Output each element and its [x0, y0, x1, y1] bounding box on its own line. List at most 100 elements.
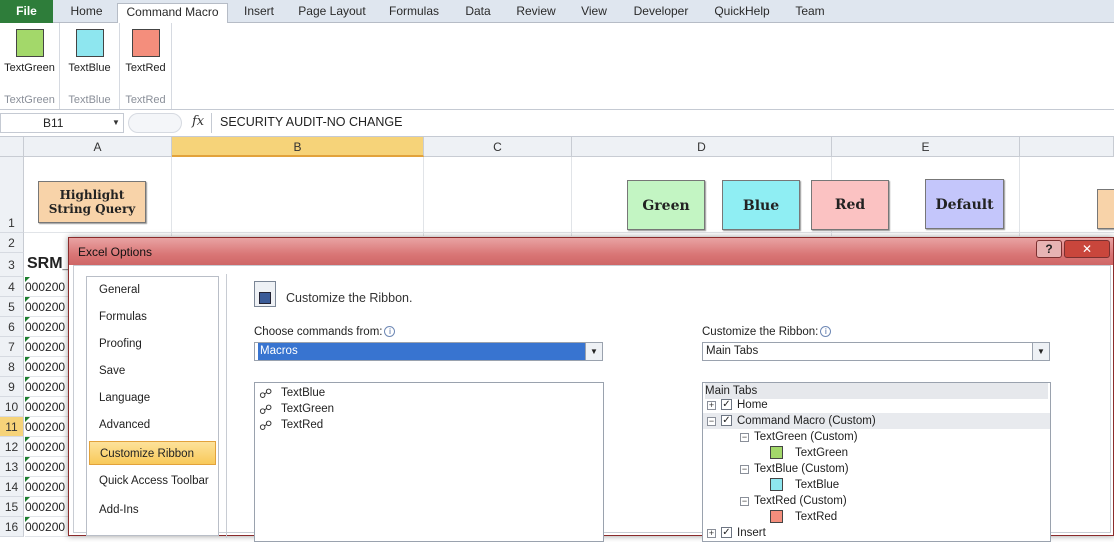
collapse-icon[interactable]: −	[740, 433, 749, 442]
cell-a[interactable]: 000200	[25, 277, 70, 297]
column-header-d[interactable]: D	[572, 137, 832, 157]
column-header-a[interactable]: A	[24, 137, 172, 157]
tab-view[interactable]: View	[574, 3, 614, 23]
nav-quick-access-toolbar[interactable]: Quick Access Toolbar	[89, 469, 216, 493]
cell-a[interactable]: 000200	[25, 317, 70, 337]
textblue-button[interactable]: TextBlue	[60, 29, 119, 74]
tree-item-home[interactable]: + ✓ Home	[703, 397, 1046, 413]
nav-customize-ribbon[interactable]: Customize Ribbon	[89, 441, 216, 465]
row-header[interactable]: 6	[0, 317, 24, 337]
nav-advanced[interactable]: Advanced	[89, 413, 216, 437]
list-item[interactable]: ☍ TextGreen	[259, 401, 334, 417]
expand-icon[interactable]: +	[707, 529, 716, 538]
row-header[interactable]: 4	[0, 277, 24, 297]
partial-sheet-button[interactable]	[1097, 189, 1114, 229]
textred-button[interactable]: TextRed	[120, 29, 171, 74]
tab-home[interactable]: Home	[58, 3, 115, 23]
row-header[interactable]: 13	[0, 457, 24, 477]
nav-general[interactable]: General	[89, 278, 216, 302]
tree-item-command-macro[interactable]: − ✓ Command Macro (Custom)	[703, 413, 1050, 429]
tree-group-textgreen[interactable]: − TextGreen (Custom)	[703, 429, 1046, 445]
row-header[interactable]: 5	[0, 297, 24, 317]
column-header-f[interactable]	[1020, 137, 1114, 157]
ribbon-tabs-tree[interactable]: Main Tabs + ✓ Home − ✓ Command Macro (Cu…	[702, 382, 1051, 542]
collapse-icon[interactable]: −	[740, 465, 749, 474]
row-header[interactable]: 7	[0, 337, 24, 357]
nav-formulas[interactable]: Formulas	[89, 305, 216, 329]
tree-item-textred[interactable]: TextRed	[703, 509, 1046, 525]
row-header[interactable]: 8	[0, 357, 24, 377]
row-header[interactable]: 2	[0, 233, 24, 253]
cell-a[interactable]: 000200	[25, 357, 70, 377]
choose-commands-select[interactable]: Macros ▼	[254, 342, 603, 361]
row-header[interactable]: 15	[0, 497, 24, 517]
checkbox-checked-icon[interactable]: ✓	[721, 527, 732, 538]
cell-a[interactable]: 000200	[25, 477, 70, 497]
nav-language[interactable]: Language	[89, 386, 216, 410]
nav-add-ins[interactable]: Add-Ins	[89, 498, 216, 522]
cell-a[interactable]: 000200	[25, 517, 70, 537]
chevron-down-icon[interactable]: ▼	[112, 118, 120, 127]
cell-a3[interactable]: SRM_	[27, 255, 71, 273]
highlight-string-query-button[interactable]: Highlight String Query	[38, 181, 146, 223]
list-item[interactable]: ☍ TextRed	[259, 417, 323, 433]
commands-list[interactable]: ☍ TextBlue ☍ TextGreen ☍ TextRed	[254, 382, 604, 542]
blue-button[interactable]: Blue	[722, 180, 800, 230]
row-header[interactable]: 11	[0, 417, 24, 437]
row-header[interactable]: 3	[0, 253, 24, 277]
cell-a[interactable]: 000200	[25, 337, 70, 357]
tab-command-macro[interactable]: Command Macro	[117, 3, 228, 24]
tab-data[interactable]: Data	[456, 3, 500, 23]
cell-a[interactable]: 000200	[25, 417, 70, 437]
red-button[interactable]: Red	[811, 180, 889, 230]
expand-icon[interactable]: +	[707, 401, 716, 410]
tree-group-textred[interactable]: − TextRed (Custom)	[703, 493, 1046, 509]
customize-ribbon-select[interactable]: Main Tabs ▼	[702, 342, 1050, 361]
nav-save[interactable]: Save	[89, 359, 216, 383]
cell-a[interactable]: 000200	[25, 377, 70, 397]
select-all-corner[interactable]	[0, 137, 24, 157]
tab-formulas[interactable]: Formulas	[382, 3, 446, 23]
dialog-title-bar[interactable]: Excel Options ? ✕	[69, 238, 1113, 265]
checkbox-checked-icon[interactable]: ✓	[721, 415, 732, 426]
textgreen-button[interactable]: TextGreen	[0, 29, 59, 74]
tree-group-textblue[interactable]: − TextBlue (Custom)	[703, 461, 1046, 477]
help-button[interactable]: ?	[1036, 240, 1062, 258]
collapse-icon[interactable]: −	[740, 497, 749, 506]
cell-a[interactable]: 000200	[25, 437, 70, 457]
tab-insert[interactable]: Insert	[233, 3, 285, 23]
row-header[interactable]: 1	[0, 157, 24, 233]
name-box[interactable]: B11	[0, 113, 124, 133]
insert-function-icon[interactable]: fx	[192, 114, 204, 129]
formula-input[interactable]: SECURITY AUDIT-NO CHANGE	[211, 113, 1114, 133]
checkbox-checked-icon[interactable]: ✓	[721, 399, 732, 410]
chevron-down-icon[interactable]: ▼	[585, 343, 602, 360]
tab-quickhelp[interactable]: QuickHelp	[706, 3, 778, 23]
tree-item-textgreen[interactable]: TextGreen	[703, 445, 1046, 461]
chevron-down-icon[interactable]: ▼	[1032, 343, 1049, 360]
default-button[interactable]: Default	[925, 179, 1004, 229]
tab-page-layout[interactable]: Page Layout	[292, 3, 372, 23]
row-header[interactable]: 14	[0, 477, 24, 497]
column-header-e[interactable]: E	[832, 137, 1020, 157]
cell-a[interactable]: 000200	[25, 397, 70, 417]
tab-review[interactable]: Review	[508, 3, 564, 23]
list-item[interactable]: ☍ TextBlue	[259, 385, 325, 401]
row-header[interactable]: 9	[0, 377, 24, 397]
tree-item-textblue[interactable]: TextBlue	[703, 477, 1046, 493]
cell-a[interactable]: 000200	[25, 457, 70, 477]
tab-developer[interactable]: Developer	[628, 3, 694, 23]
nav-proofing[interactable]: Proofing	[89, 332, 216, 356]
green-button[interactable]: Green	[627, 180, 705, 230]
column-header-b[interactable]: B	[172, 137, 424, 157]
tree-item-insert[interactable]: + ✓ Insert	[703, 525, 1046, 541]
row-header[interactable]: 10	[0, 397, 24, 417]
row-header[interactable]: 16	[0, 517, 24, 537]
collapse-icon[interactable]: −	[707, 417, 716, 426]
tab-file[interactable]: File	[0, 0, 53, 23]
tab-team[interactable]: Team	[789, 3, 831, 23]
close-button[interactable]: ✕	[1064, 240, 1110, 258]
column-header-c[interactable]: C	[424, 137, 572, 157]
cell-a[interactable]: 000200	[25, 297, 70, 317]
cell-a[interactable]: 000200	[25, 497, 70, 517]
